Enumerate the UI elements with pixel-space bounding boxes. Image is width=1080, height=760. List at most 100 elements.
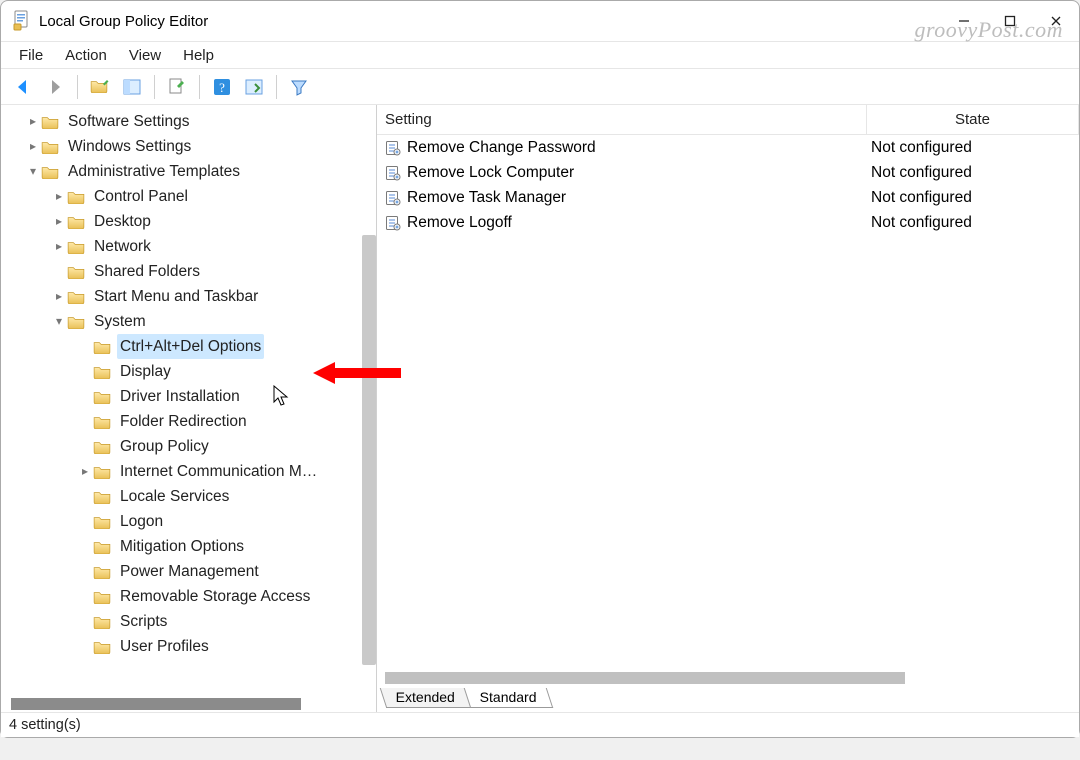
chevron-right-icon[interactable]: ▸	[27, 134, 41, 159]
tree-node-start-menu[interactable]: ▸Start Menu and Taskbar	[1, 284, 376, 309]
toolbar-separator	[77, 75, 78, 99]
tree-node-admin-templates[interactable]: ▾Administrative Templates	[1, 159, 376, 184]
policy-row[interactable]: Remove Logoff Not configured	[377, 210, 1079, 235]
chevron-right-icon[interactable]: ▸	[53, 209, 67, 234]
tree-node-software-settings[interactable]: ▸Software Settings	[1, 109, 376, 134]
back-button[interactable]	[9, 73, 37, 101]
toolbar-separator	[276, 75, 277, 99]
up-button[interactable]	[86, 73, 114, 101]
close-button[interactable]	[1033, 5, 1079, 37]
policy-icon	[385, 140, 401, 156]
policy-icon	[385, 215, 401, 231]
tree-node-system[interactable]: ▾System	[1, 309, 376, 334]
menu-help[interactable]: Help	[181, 45, 216, 66]
folder-icon	[67, 240, 85, 254]
tree-vertical-scrollbar[interactable]	[362, 235, 376, 665]
folder-icon	[93, 590, 111, 604]
menu-view[interactable]: View	[127, 45, 163, 66]
tree-node-folder-redirection[interactable]: Folder Redirection	[1, 409, 376, 434]
tree-node-network[interactable]: ▸Network	[1, 234, 376, 259]
help-button[interactable]: ?	[208, 73, 236, 101]
svg-text:?: ?	[219, 80, 225, 95]
chevron-right-icon[interactable]: ▸	[53, 284, 67, 309]
status-bar: 4 setting(s)	[1, 713, 1079, 737]
menu-action[interactable]: Action	[63, 45, 109, 66]
tree-pane: ▸Software Settings ▸Windows Settings ▾Ad…	[1, 105, 377, 712]
window-title: Local Group Policy Editor	[39, 13, 208, 30]
folder-icon	[41, 165, 59, 179]
folder-icon	[93, 615, 111, 629]
titlebar: Local Group Policy Editor	[1, 1, 1079, 41]
maximize-button[interactable]	[987, 5, 1033, 37]
folder-icon	[93, 640, 111, 654]
chevron-right-icon[interactable]: ▸	[27, 109, 41, 134]
policy-row[interactable]: Remove Change Password Not configured	[377, 135, 1079, 160]
folder-icon	[67, 290, 85, 304]
folder-icon	[67, 190, 85, 204]
chevron-right-icon[interactable]: ▸	[53, 234, 67, 259]
content-area: ▸Software Settings ▸Windows Settings ▾Ad…	[1, 105, 1079, 713]
tree-node-removable-storage[interactable]: Removable Storage Access	[1, 584, 376, 609]
policy-icon	[385, 190, 401, 206]
tree-node-control-panel[interactable]: ▸Control Panel	[1, 184, 376, 209]
tab-strip: Extended Standard	[377, 688, 1079, 712]
tree-node-windows-settings[interactable]: ▸Windows Settings	[1, 134, 376, 159]
status-text: 4 setting(s)	[9, 717, 81, 733]
tree-horizontal-scrollbar[interactable]	[1, 696, 376, 712]
tree-node-mitigation-options[interactable]: Mitigation Options	[1, 534, 376, 559]
folder-icon	[67, 215, 85, 229]
folder-icon	[93, 515, 111, 529]
folder-icon	[41, 115, 59, 129]
policy-list-pane: Setting State Remove Change Password Not…	[377, 105, 1079, 712]
export-button[interactable]	[163, 73, 191, 101]
show-hide-tree-button[interactable]	[118, 73, 146, 101]
chevron-right-icon[interactable]: ▸	[53, 184, 67, 209]
tree-node-user-profiles[interactable]: User Profiles	[1, 634, 376, 659]
tree-node-logon[interactable]: Logon	[1, 509, 376, 534]
tree-node-display[interactable]: Display	[1, 359, 376, 384]
folder-icon	[93, 540, 111, 554]
list-header: Setting State	[377, 105, 1079, 135]
tree-node-driver-installation[interactable]: Driver Installation	[1, 384, 376, 409]
menubar: File Action View Help	[1, 41, 1079, 69]
column-header-setting[interactable]: Setting	[377, 105, 867, 135]
folder-icon	[93, 465, 111, 479]
folder-icon	[41, 140, 59, 154]
folder-icon	[93, 340, 111, 354]
policy-tree[interactable]: ▸Software Settings ▸Windows Settings ▾Ad…	[1, 109, 376, 659]
tree-node-group-policy[interactable]: Group Policy	[1, 434, 376, 459]
folder-icon	[93, 490, 111, 504]
tree-node-locale-services[interactable]: Locale Services	[1, 484, 376, 509]
tree-node-ctrl-alt-del[interactable]: Ctrl+Alt+Del Options	[1, 334, 376, 359]
toolbar: ?	[1, 69, 1079, 105]
folder-icon	[67, 315, 85, 329]
app-icon	[13, 10, 31, 32]
menu-file[interactable]: File	[17, 45, 45, 66]
folder-icon	[93, 390, 111, 404]
folder-icon	[93, 565, 111, 579]
folder-icon	[67, 265, 85, 279]
folder-icon	[93, 440, 111, 454]
tree-node-power-management[interactable]: Power Management	[1, 559, 376, 584]
column-header-state[interactable]: State	[867, 105, 1079, 135]
tree-node-scripts[interactable]: Scripts	[1, 609, 376, 634]
policy-list[interactable]: Remove Change Password Not configured Re…	[377, 135, 1079, 670]
toolbar-separator	[199, 75, 200, 99]
minimize-button[interactable]	[941, 5, 987, 37]
policy-icon	[385, 165, 401, 181]
tree-node-desktop[interactable]: ▸Desktop	[1, 209, 376, 234]
tab-extended[interactable]: Extended	[380, 688, 472, 708]
toolbar-separator	[154, 75, 155, 99]
policy-row[interactable]: Remove Task Manager Not configured	[377, 185, 1079, 210]
chevron-down-icon[interactable]: ▾	[27, 159, 41, 184]
forward-button[interactable]	[41, 73, 69, 101]
chevron-right-icon[interactable]: ▸	[79, 459, 93, 484]
list-horizontal-scrollbar[interactable]	[377, 670, 1079, 686]
tree-node-internet-comm[interactable]: ▸Internet Communication M…	[1, 459, 376, 484]
properties-button[interactable]	[240, 73, 268, 101]
tree-node-shared-folders[interactable]: Shared Folders	[1, 259, 376, 284]
policy-row[interactable]: Remove Lock Computer Not configured	[377, 160, 1079, 185]
filter-button[interactable]	[285, 73, 313, 101]
chevron-down-icon[interactable]: ▾	[53, 309, 67, 334]
tab-standard[interactable]: Standard	[464, 688, 553, 708]
